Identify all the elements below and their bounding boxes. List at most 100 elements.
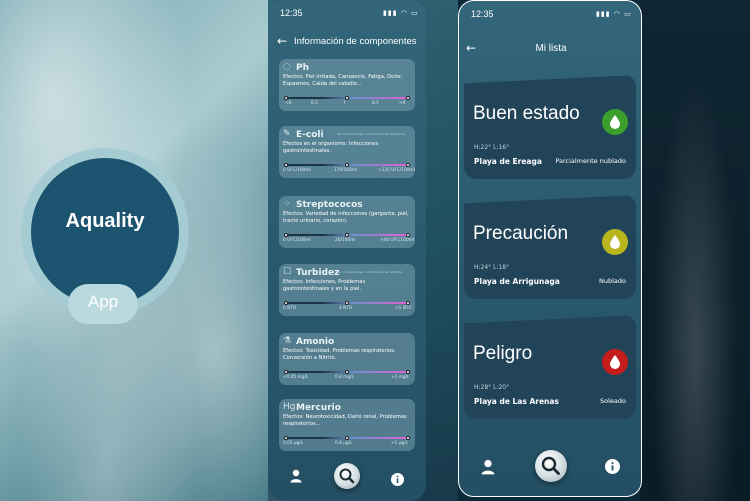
tick-label: >9	[399, 101, 406, 106]
turbidity-icon: ☐	[283, 267, 292, 277]
range-marker	[345, 436, 349, 440]
range-bar	[284, 96, 410, 100]
range-marker	[284, 163, 288, 167]
search-button[interactable]	[535, 450, 567, 482]
beach-card-ereaga[interactable]: Buen estado H:22° L:16° Playa de Ereaga …	[464, 75, 636, 179]
tick-label: 0.8 mg/L	[335, 375, 354, 380]
tick-label: 4 NTU	[339, 306, 353, 311]
tick-label: >40 UFC/100ml	[380, 238, 415, 243]
tick-label: <6	[285, 101, 292, 106]
search-icon	[541, 456, 560, 475]
component-note: Ver componentes / información de turbide…	[337, 270, 402, 274]
battery-icon: ▭	[624, 10, 632, 18]
component-card-ph[interactable]: ◌ Ph Efectos: Piel irritada, Cansancio, …	[279, 59, 415, 111]
component-effects: Efectos: Infecciones, Problemas gastroin…	[283, 279, 366, 292]
component-effects: Efectos: Variedad de infecciones (gargan…	[283, 211, 409, 224]
mercury-icon: Hg	[283, 402, 296, 412]
component-name: Turbidez	[296, 268, 340, 278]
range-marker	[345, 370, 349, 374]
weather-condition: Soleado	[600, 397, 626, 405]
battery-icon: ▭	[411, 9, 419, 17]
status-icons: ▮▮▮ ◠ ▭	[383, 9, 419, 17]
tick-label: 7	[343, 101, 346, 106]
wifi-icon: ◠	[613, 10, 621, 18]
range-bar	[284, 163, 410, 167]
info-icon[interactable]	[391, 471, 404, 490]
page-title: Mi lista	[535, 43, 567, 54]
wifi-icon: ◠	[400, 9, 408, 17]
component-name: Streptococos	[296, 200, 363, 210]
component-card-ecoli[interactable]: ✎ E-coli Ver componentes / información d…	[279, 126, 415, 178]
component-name: Ph	[296, 63, 310, 73]
profile-icon[interactable]	[290, 468, 302, 487]
status-time: 12:35	[280, 8, 303, 18]
ocean-background-right	[640, 0, 750, 501]
info-icon[interactable]	[605, 459, 620, 478]
component-card-streptococos[interactable]: ⁘ Streptococos Efectos: Variedad de infe…	[279, 196, 415, 248]
tick-label: 8.5	[372, 101, 379, 106]
component-name: Mercurio	[296, 403, 341, 413]
beach-name: Playa de Las Arenas	[474, 397, 559, 406]
tick-label: >5 NTU	[395, 306, 412, 311]
component-effects: Efectos: Neurotoxicidad, Daño renal, Pro…	[283, 414, 407, 427]
back-arrow-icon[interactable]: ←	[277, 34, 287, 48]
component-name: E-coli	[296, 130, 324, 140]
status-label: Buen estado	[473, 103, 580, 124]
temperature-range: H:24° L:18°	[474, 264, 510, 271]
tick-label: 6.5	[311, 101, 318, 106]
beach-card-las-arenas[interactable]: Peligro H:28° L:20° Playa de Las Arenas …	[464, 315, 636, 419]
beach-name: Playa de Arrigunaga	[474, 277, 560, 286]
tick-label: >235 UFC/100ml	[378, 168, 415, 173]
status-label: Peligro	[473, 343, 533, 364]
component-effects: Efectos: Toxicidad, Problemas respirator…	[283, 348, 396, 361]
phone-my-list-screen: 12:35 ▮▮▮ ◠ ▭ ← Mi lista Buen estado H:2…	[458, 0, 642, 497]
range-marker	[406, 301, 410, 305]
range-bar	[284, 370, 410, 374]
page-title: Información de componentes	[294, 36, 417, 47]
range-bar	[284, 233, 410, 237]
tick-label: 0 UFC/100ml	[283, 168, 311, 173]
water-drop-icon	[602, 109, 628, 135]
beach-card-arrigunaga[interactable]: Precaución H:24° L:18° Playa de Arriguna…	[464, 195, 636, 299]
range-marker	[284, 370, 288, 374]
water-drop-icon	[602, 349, 628, 375]
range-marker	[345, 301, 349, 305]
component-card-amonio[interactable]: ⚗ Amonio Efectos: Toxicidad, Problemas r…	[279, 333, 415, 385]
streptococcus-icon: ⁘	[283, 199, 291, 209]
search-button[interactable]	[334, 463, 360, 489]
phone-components-screen: 12:35 ▮▮▮ ◠ ▭ ← Información de component…	[268, 0, 426, 501]
component-card-mercurio[interactable]: Hg Mercurio Efectos: Neurotoxicidad, Dañ…	[279, 399, 415, 451]
signal-icon: ▮▮▮	[596, 10, 611, 18]
range-marker	[345, 163, 349, 167]
range-marker	[345, 233, 349, 237]
logo-subtitle: App	[87, 292, 119, 311]
weather-condition: Parcialmente nublado	[555, 157, 626, 165]
status-icons: ▮▮▮ ◠ ▭	[596, 10, 632, 18]
range-marker	[345, 96, 349, 100]
range-marker	[406, 96, 410, 100]
tick-label: >1 mg/L	[391, 375, 410, 380]
search-icon	[339, 468, 355, 484]
water-drop-icon	[602, 229, 628, 255]
range-bar	[284, 436, 410, 440]
flask-icon: ⚗	[283, 336, 292, 346]
range-marker	[406, 163, 410, 167]
component-name: Amonio	[296, 337, 335, 347]
tick-label: 170/100ml	[334, 168, 358, 173]
tick-label: 20/100ml	[335, 238, 356, 243]
component-card-turbidez[interactable]: ☐ Turbidez Ver componentes / información…	[279, 264, 415, 316]
range-marker	[284, 436, 288, 440]
tick-label: <0.05 mg/L	[283, 375, 309, 380]
signal-icon: ▮▮▮	[383, 9, 398, 17]
component-effects: Efectos: Piel irritada, Cansancio, Fatig…	[283, 74, 403, 87]
range-marker	[284, 233, 288, 237]
tick-label: 0 UFC/100ml	[283, 238, 311, 243]
tick-label: 0 NTU	[283, 306, 297, 311]
profile-icon[interactable]	[481, 459, 495, 479]
range-marker	[406, 233, 410, 237]
tick-label: >1 µg/L	[391, 441, 409, 446]
range-marker	[284, 96, 288, 100]
weather-condition: Nublado	[599, 277, 626, 285]
range-marker	[406, 436, 410, 440]
range-marker	[406, 370, 410, 374]
